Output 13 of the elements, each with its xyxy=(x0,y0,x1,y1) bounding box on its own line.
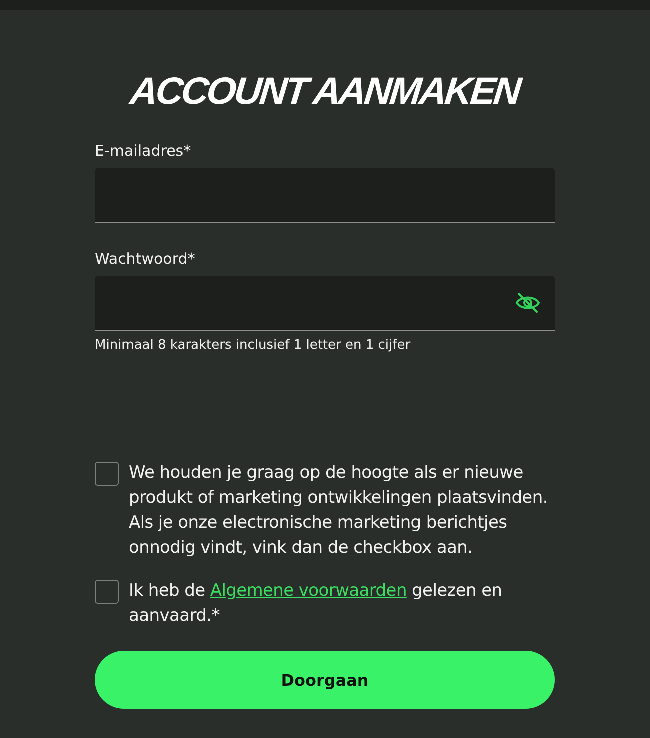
password-hint: Minimaal 8 karakters inclusief 1 letter en 1 cijfer xyxy=(95,338,412,353)
continue-button[interactable]: Doorgaan xyxy=(95,651,555,709)
password-field[interactable] xyxy=(95,276,555,331)
field-label: Wachtwoord* xyxy=(95,250,196,268)
checkbox[interactable] xyxy=(95,580,119,604)
page-title: ACCOUNT AANMAKEN xyxy=(127,72,524,112)
terms-link[interactable]: Algemene voorwaarden xyxy=(210,581,407,601)
eye-slash-icon[interactable] xyxy=(515,292,541,314)
marketing-consent-text: We houden je graag op de hoogte als er nieuwe produkt of marketing ontwikkelingen plaatsvinden. Als je onze electronische marketing berichtjes onnodig vindt, vink dan de checkbox aan. xyxy=(129,462,549,560)
checkbox[interactable] xyxy=(95,462,119,486)
terms-consent-text: Ik heb de Algemene voorwaarden gelezen en aanvaard.* xyxy=(129,580,504,628)
email-field[interactable] xyxy=(95,168,555,223)
field-label: E-mailadres* xyxy=(95,142,192,160)
